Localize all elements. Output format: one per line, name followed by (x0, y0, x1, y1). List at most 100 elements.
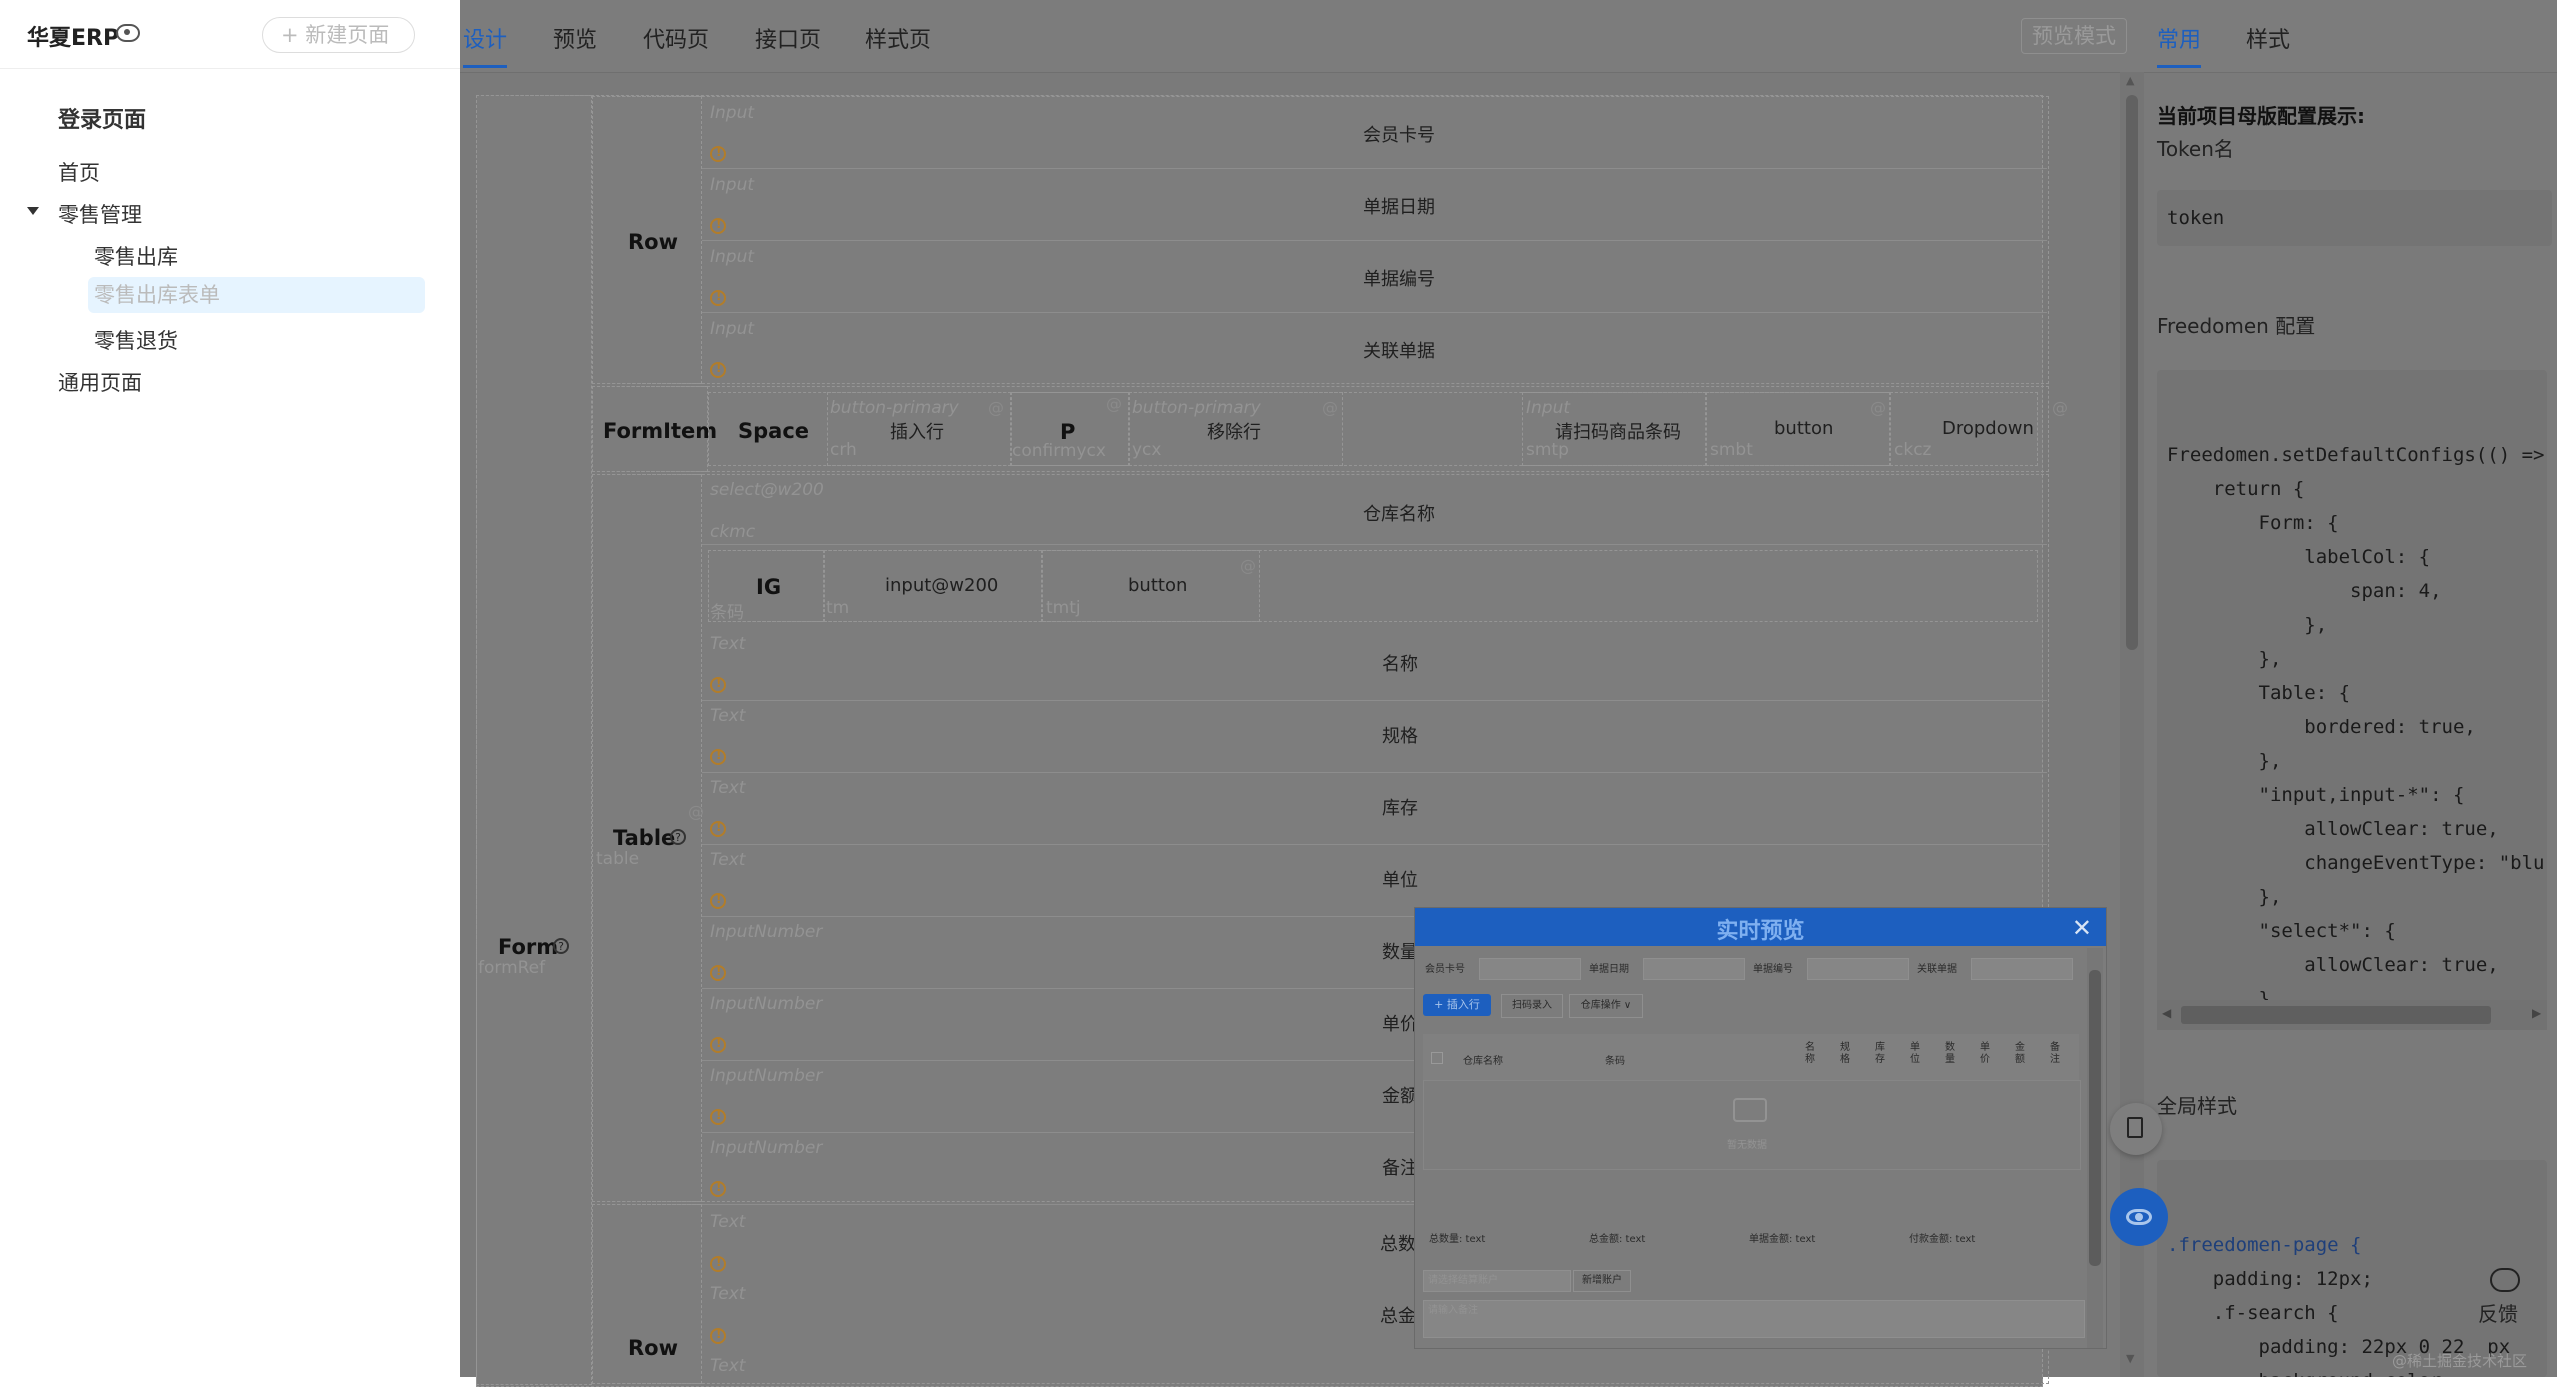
preview-table-header-cell: 备注 (2050, 1042, 2060, 1065)
tab-styles[interactable]: 样式 (2246, 22, 2290, 54)
global-style-code[interactable]: .freedomen-page { padding: 12px; .f-sear… (2157, 1160, 2547, 1377)
scroll-down-icon[interactable]: ▼ (2126, 1352, 2134, 1365)
preview-remark-textarea[interactable]: 请输入备注 (1423, 1300, 2085, 1338)
preview-table-header-cell: 单位 (1910, 1042, 1920, 1065)
field-type: Text (710, 634, 746, 654)
code-line: }, (2167, 614, 2328, 636)
tree-item-retail-out[interactable]: 零售出库 (94, 241, 178, 271)
field-label-date: 单据日期 (1363, 197, 1435, 218)
preview-field-input[interactable] (1971, 958, 2073, 980)
remove-row-button[interactable]: 移除行 (1207, 418, 1261, 444)
preview-field-input[interactable] (1479, 958, 1581, 980)
scroll-up-icon[interactable]: ▲ (2126, 74, 2134, 87)
field-type: InputNumber (710, 922, 823, 942)
warning-icon (710, 145, 726, 162)
warning-icon (710, 748, 726, 765)
column-label: 单价 (1382, 1014, 1418, 1035)
preview-scroll-thumb[interactable] (2089, 970, 2101, 1266)
space-label: Space (738, 419, 810, 443)
preview-field-input[interactable] (1643, 958, 1745, 980)
preview-account-select[interactable]: 请选择结算账户 (1423, 1270, 1571, 1292)
watermark: @稀土掘金技术社区 (2392, 1352, 2528, 1370)
at-icon: @ (988, 398, 1004, 417)
ig-button[interactable]: button (1128, 575, 1187, 596)
code-hscroll-thumb[interactable] (2181, 1006, 2491, 1024)
warning-icon (710, 1180, 726, 1197)
dropdown[interactable]: Dropdown (1942, 418, 2034, 439)
column-label: 备注 (1382, 1158, 1418, 1179)
realtime-preview-window[interactable]: 实时预览 ✕ + 插入行 扫码录入 仓库操作 ∨ 暂无数据 请选择结算账户 新增… (1414, 907, 2107, 1349)
field-type: Text (710, 1284, 746, 1304)
scan-button[interactable]: button (1774, 418, 1833, 439)
field-type: Text (710, 778, 746, 798)
preview-table-header-cell: 数量 (1945, 1042, 1955, 1065)
tab-common[interactable]: 常用 (2157, 22, 2201, 54)
tab-code[interactable]: 代码页 (643, 22, 709, 54)
warning-icon (710, 820, 726, 837)
doc-button[interactable] (2110, 1103, 2162, 1155)
table-name: table (596, 849, 640, 869)
scroll-right-icon[interactable]: ▶ (2532, 1006, 2541, 1020)
preview-table-header-cell: 名称 (1805, 1042, 1815, 1065)
warning-icon (710, 1327, 726, 1344)
field-label-member-card: 会员卡号 (1363, 125, 1435, 146)
tree-item-general[interactable]: 通用页面 (58, 367, 142, 397)
token-value[interactable]: token (2157, 190, 2552, 246)
code-line: }, (2167, 886, 2282, 908)
preview-table-header-cell: 单价 (1980, 1042, 1990, 1065)
tree-item-retail-out-form[interactable]: 零售出库表单 (88, 277, 425, 313)
row-separator (702, 312, 2047, 313)
ig-input[interactable]: input@w200 (885, 575, 998, 596)
feedback-icon[interactable] (2490, 1268, 2520, 1292)
help-icon: ? (553, 938, 569, 954)
tree-item-retail[interactable]: 零售管理 (58, 199, 142, 229)
app-name: 华夏ERP (27, 26, 120, 51)
close-icon[interactable]: ✕ (2072, 914, 2092, 942)
preview-add-account-button[interactable]: 新增账户 (1573, 1270, 1631, 1292)
preview-field-label: 单据日期 (1589, 964, 1629, 975)
row-label-2: Row (628, 1336, 678, 1360)
tab-ink-bar (463, 65, 507, 68)
feedback-label[interactable]: 反馈 (2478, 1298, 2518, 1327)
tab-design[interactable]: 设计 (463, 22, 507, 54)
new-page-button[interactable]: + 新建页面 (262, 17, 415, 53)
tab-style[interactable]: 样式页 (865, 22, 931, 54)
code-line: labelCol: { (2167, 546, 2431, 568)
canvas-scroll-thumb[interactable] (2126, 95, 2138, 650)
row-separator (702, 772, 2047, 773)
tree-item-retail-return[interactable]: 零售退货 (94, 325, 178, 355)
tab-preview[interactable]: 预览 (553, 22, 597, 54)
preview-insert-row-button[interactable]: + 插入行 (1423, 994, 1491, 1016)
preview-summary-item: 总数量: text (1429, 1234, 1486, 1245)
preview-select-all-checkbox[interactable] (1431, 1052, 1443, 1064)
warning-icon (710, 892, 726, 909)
tree-item-login[interactable]: 登录页面 (58, 102, 146, 134)
insert-row-button[interactable]: 插入行 (890, 418, 944, 444)
preview-empty-text: 暂无数据 (1727, 1140, 1767, 1151)
preview-toggle-button[interactable] (2110, 1188, 2168, 1246)
form-block[interactable] (476, 95, 592, 1385)
column-label: 数量 (1382, 942, 1418, 963)
preview-scan-button[interactable]: 扫码录入 (1501, 994, 1563, 1018)
warning-icon (710, 289, 726, 306)
eye-icon[interactable] (116, 24, 140, 42)
config-code[interactable]: Freedomen.setDefaultConfigs(() => return… (2157, 370, 2547, 1010)
preview-summary-item: 单据金额: text (1749, 1234, 1816, 1245)
tree-item-home[interactable]: 首页 (58, 157, 100, 187)
scroll-left-icon[interactable]: ◀ (2162, 1006, 2171, 1020)
at-icon: @ (1322, 398, 1338, 417)
preview-mode-button[interactable]: 预览模式 (2021, 18, 2127, 54)
caret-down-icon[interactable] (27, 207, 39, 215)
preview-table-header-cell: 规格 (1840, 1042, 1850, 1065)
preview-warehouse-dropdown[interactable]: 仓库操作 ∨ (1569, 994, 1643, 1018)
config-label: Freedomen 配置 (2157, 314, 2316, 338)
scan-input[interactable]: 请扫码商品条码 (1555, 418, 1681, 444)
column-label: 规格 (1382, 726, 1418, 747)
empty-box-icon (1733, 1098, 1767, 1122)
field-type: InputNumber (710, 1138, 823, 1158)
p-name: confirmycx (1012, 441, 1106, 461)
code-line: Table: { (2167, 682, 2351, 704)
preview-field-input[interactable] (1807, 958, 1909, 980)
tab-api[interactable]: 接口页 (755, 22, 821, 54)
preview-summary-item: 付款金额: text (1909, 1234, 1976, 1245)
